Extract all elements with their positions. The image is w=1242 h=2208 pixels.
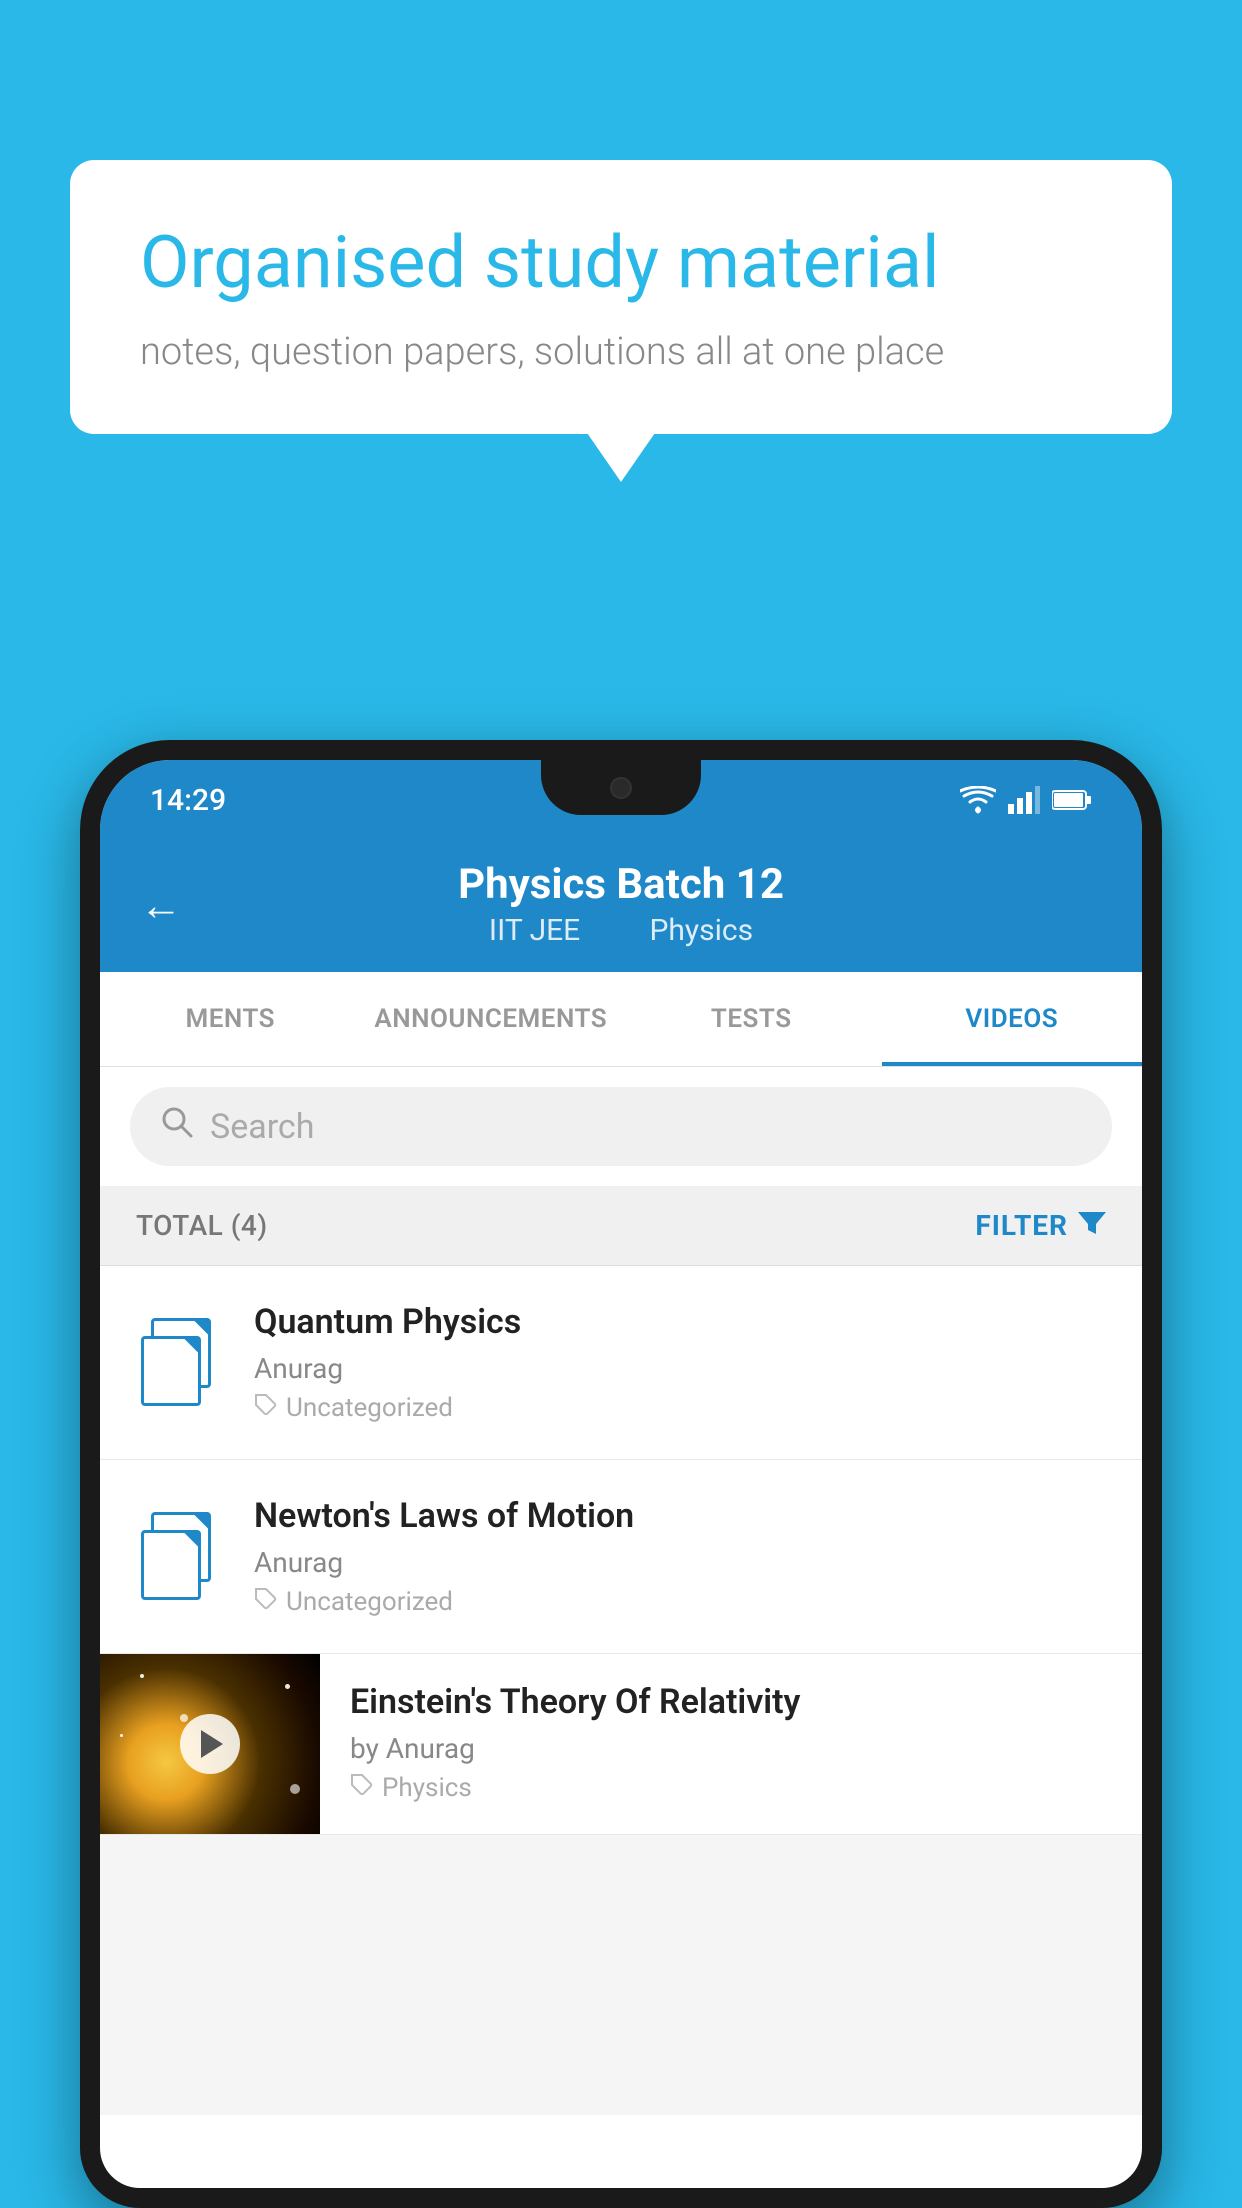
tag-label: Uncategorized [286, 1587, 453, 1617]
tab-tests[interactable]: TESTS [621, 972, 882, 1066]
video-author: Anurag [254, 1546, 1106, 1579]
filter-button[interactable]: FILTER [975, 1208, 1106, 1243]
header-course: IIT JEE [489, 913, 580, 948]
wifi-icon [960, 786, 996, 814]
video-info: Newton's Laws of Motion Anurag Uncategor… [254, 1496, 1106, 1617]
filter-icon [1078, 1208, 1106, 1243]
speech-bubble-container: Organised study material notes, question… [70, 160, 1172, 434]
video-author: by Anurag [350, 1732, 1112, 1765]
video-tag: Physics [350, 1773, 1112, 1803]
video-author: Anurag [254, 1352, 1106, 1385]
app-header: ← Physics Batch 12 IIT JEE Physics [100, 840, 1142, 972]
video-title: Einstein's Theory Of Relativity [350, 1682, 1112, 1722]
tag-label: Uncategorized [286, 1393, 453, 1423]
tabs-bar: MENTS ANNOUNCEMENTS TESTS VIDEOS [100, 972, 1142, 1067]
file-icon-front [141, 1336, 201, 1406]
star-3 [285, 1684, 290, 1689]
header-subject: Physics [649, 913, 753, 948]
video-thumbnail [100, 1654, 320, 1834]
play-icon [201, 1730, 223, 1758]
header-subtitle: IIT JEE Physics [473, 913, 769, 948]
battery-icon [1052, 789, 1092, 811]
file-icon-front [141, 1530, 201, 1600]
tag-icon [254, 1393, 278, 1423]
star-1 [140, 1674, 144, 1678]
status-icons [960, 786, 1092, 814]
status-time: 14:29 [150, 783, 226, 818]
star-4 [290, 1784, 300, 1794]
phone-frame: 14:29 [80, 740, 1162, 2208]
list-item[interactable]: Quantum Physics Anurag Uncategorized [100, 1266, 1142, 1460]
video-info: Quantum Physics Anurag Uncategorized [254, 1302, 1106, 1423]
video-title: Quantum Physics [254, 1302, 1106, 1342]
video-tag: Uncategorized [254, 1587, 1106, 1617]
notch [541, 760, 701, 815]
tag-label: Physics [382, 1773, 472, 1803]
signal-icon [1008, 786, 1040, 814]
search-bar-container: Search [100, 1067, 1142, 1186]
tab-announcements[interactable]: ANNOUNCEMENTS [361, 972, 622, 1066]
camera [610, 777, 632, 799]
search-placeholder: Search [210, 1107, 314, 1147]
star-2 [180, 1714, 188, 1722]
back-button[interactable]: ← [140, 882, 182, 931]
screen-content: Search TOTAL (4) FILTER [100, 1067, 1142, 2115]
video-file-icon [136, 1512, 226, 1602]
status-bar: 14:29 [100, 760, 1142, 840]
video-info: Einstein's Theory Of Relativity by Anura… [320, 1654, 1142, 1831]
search-icon [160, 1105, 194, 1148]
list-item[interactable]: Einstein's Theory Of Relativity by Anura… [100, 1654, 1142, 1835]
header-title: Physics Batch 12 [458, 860, 784, 909]
bubble-title: Organised study material [140, 220, 1102, 306]
star-5 [120, 1734, 123, 1737]
list-item[interactable]: Newton's Laws of Motion Anurag Uncategor… [100, 1460, 1142, 1654]
search-bar[interactable]: Search [130, 1087, 1112, 1166]
tab-ments[interactable]: MENTS [100, 972, 361, 1066]
tab-videos[interactable]: VIDEOS [882, 972, 1143, 1066]
filter-row: TOTAL (4) FILTER [100, 1186, 1142, 1266]
tag-icon [254, 1587, 278, 1617]
phone-screen: 14:29 [100, 760, 1142, 2188]
tag-icon [350, 1773, 374, 1803]
total-count: TOTAL (4) [136, 1209, 268, 1242]
play-button[interactable] [180, 1714, 240, 1774]
video-tag: Uncategorized [254, 1393, 1106, 1423]
video-file-icon [136, 1318, 226, 1408]
video-list: Quantum Physics Anurag Uncategorized [100, 1266, 1142, 1835]
video-title: Newton's Laws of Motion [254, 1496, 1106, 1536]
bubble-subtitle: notes, question papers, solutions all at… [140, 330, 1102, 374]
speech-bubble: Organised study material notes, question… [70, 160, 1172, 434]
